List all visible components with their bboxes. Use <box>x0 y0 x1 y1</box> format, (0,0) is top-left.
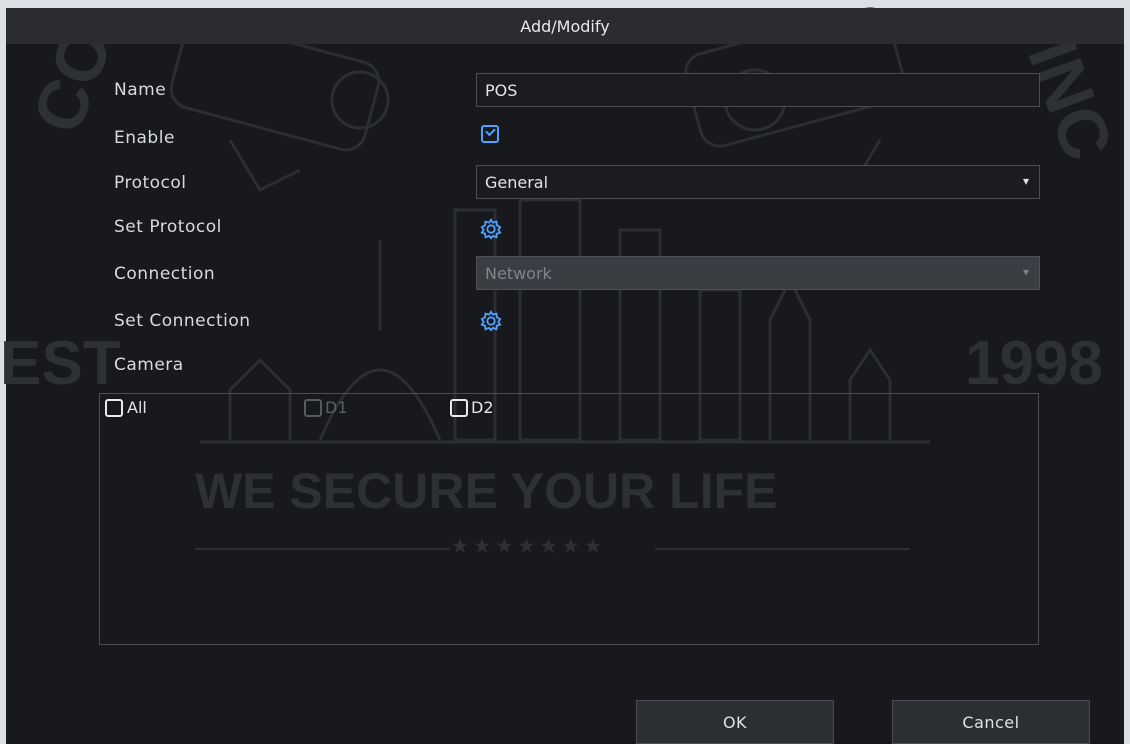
set-connection-label: Set Connection <box>114 311 251 331</box>
enable-label: Enable <box>114 128 175 148</box>
connection-label: Connection <box>114 264 216 284</box>
camera-all-checkbox[interactable] <box>105 399 123 417</box>
camera-list-panel <box>99 393 1039 645</box>
ok-button[interactable]: OK <box>636 700 834 744</box>
chevron-down-icon: ▾ <box>1022 174 1029 188</box>
set-protocol-label: Set Protocol <box>114 217 222 237</box>
camera-d2-checkbox[interactable] <box>450 399 468 417</box>
protocol-value: General <box>485 172 549 192</box>
camera-d2-label: D2 <box>471 398 494 417</box>
camera-label: Camera <box>114 355 184 375</box>
name-value: POS <box>485 80 518 100</box>
protocol-label: Protocol <box>114 173 187 193</box>
set-connection-gear-icon[interactable] <box>480 310 502 332</box>
name-field[interactable]: POS <box>476 73 1040 107</box>
connection-select[interactable]: Network ▾ <box>476 256 1040 290</box>
connection-value: Network <box>485 263 552 283</box>
set-protocol-gear-icon[interactable] <box>480 218 502 240</box>
protocol-select[interactable]: General ▾ <box>476 165 1040 199</box>
name-label: Name <box>114 80 167 100</box>
camera-all-label: All <box>127 398 147 417</box>
cancel-button[interactable]: Cancel <box>892 700 1090 744</box>
chevron-down-icon: ▾ <box>1022 265 1029 279</box>
camera-d1-label: D1 <box>325 398 348 417</box>
camera-d1-checkbox <box>304 399 322 417</box>
add-modify-dialog: EST 1998 WE SECURE YOUR LIFE ★★★★★★★ CO … <box>0 0 1130 744</box>
dialog-title: Add/Modify <box>6 8 1124 44</box>
enable-checkbox[interactable] <box>481 125 499 143</box>
